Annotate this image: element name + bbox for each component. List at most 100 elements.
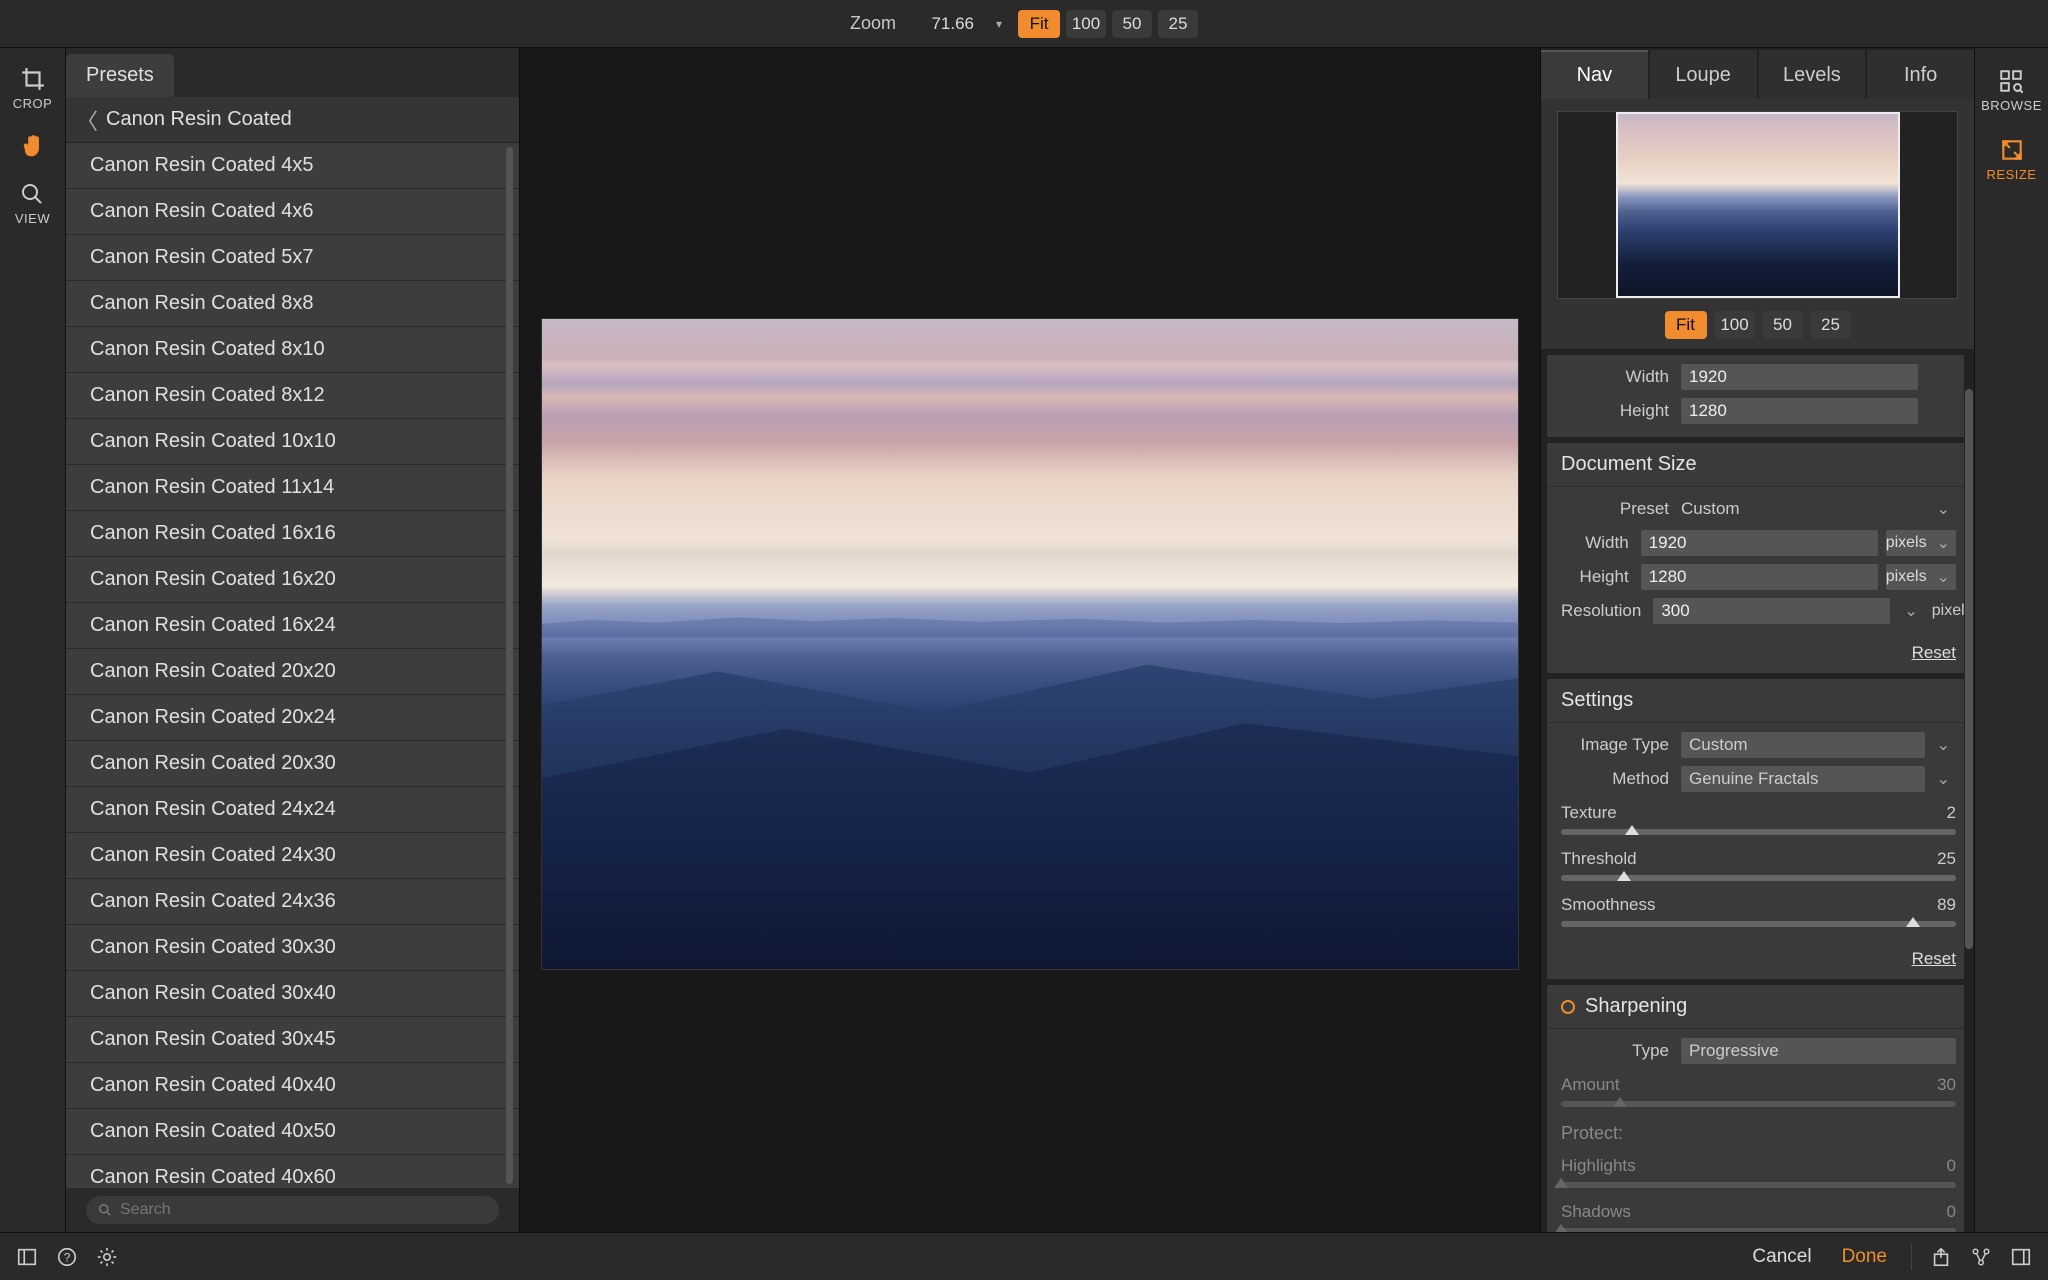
chevron-down-icon[interactable]: ⌄	[1898, 601, 1923, 621]
preset-item[interactable]: Canon Resin Coated 40x60	[66, 1155, 519, 1188]
pan-tool[interactable]	[20, 133, 46, 159]
preset-item[interactable]: Canon Resin Coated 40x40	[66, 1063, 519, 1109]
preset-item[interactable]: Canon Resin Coated 4x5	[66, 143, 519, 189]
preset-item[interactable]: Canon Resin Coated 8x10	[66, 327, 519, 373]
nav-preview-box[interactable]	[1557, 111, 1958, 299]
sharpening-header[interactable]: Sharpening	[1547, 985, 1970, 1029]
preset-search-box[interactable]	[86, 1196, 499, 1224]
done-button[interactable]: Done	[1836, 1242, 1893, 1272]
bottom-bar: ? Cancel Done	[0, 1232, 2048, 1280]
presets-category-header[interactable]: 〈 Canon Resin Coated	[66, 97, 519, 143]
preset-item[interactable]: Canon Resin Coated 20x20	[66, 649, 519, 695]
doc-width-input[interactable]	[1641, 530, 1878, 556]
resize-icon	[1999, 137, 2025, 163]
zoom-value[interactable]: 71.66	[910, 11, 980, 37]
preset-item[interactable]: Canon Resin Coated 20x30	[66, 741, 519, 787]
preset-search-row	[66, 1188, 519, 1232]
settings-reset[interactable]: Reset	[1547, 943, 1970, 979]
imgtype-dropdown[interactable]: Custom ⌄	[1681, 732, 1956, 758]
pixel-height-input[interactable]	[1681, 398, 1918, 424]
preset-item[interactable]: Canon Resin Coated 8x12	[66, 373, 519, 419]
help-icon[interactable]: ?	[56, 1246, 78, 1268]
doc-height-input[interactable]	[1641, 564, 1878, 590]
presets-tab[interactable]: Presets	[66, 54, 174, 97]
pixel-width-input[interactable]	[1681, 364, 1918, 390]
preset-item[interactable]: Canon Resin Coated 11x14	[66, 465, 519, 511]
preset-item[interactable]: Canon Resin Coated 5x7	[66, 235, 519, 281]
browse-tool[interactable]: BROWSE	[1981, 68, 2042, 113]
nav-zoom-fit[interactable]: Fit	[1665, 311, 1707, 339]
cancel-button[interactable]: Cancel	[1746, 1242, 1817, 1272]
gear-icon[interactable]	[96, 1246, 118, 1268]
zoom-100-button[interactable]: 100	[1066, 10, 1106, 38]
resize-tool[interactable]: RESIZE	[1987, 137, 2037, 182]
nav-zoom-25[interactable]: 25	[1811, 311, 1851, 339]
chevron-down-icon[interactable]: ▾	[990, 17, 1008, 31]
preset-item[interactable]: Canon Resin Coated 8x8	[66, 281, 519, 327]
pixel-height-label: Height	[1561, 401, 1673, 421]
branch-icon[interactable]	[1970, 1246, 1992, 1268]
tab-loupe[interactable]: Loupe	[1650, 50, 1757, 99]
preset-list[interactable]: Canon Resin Coated 4x5Canon Resin Coated…	[66, 143, 519, 1188]
chevron-left-icon: 〈	[76, 104, 98, 136]
doc-width-label: Width	[1561, 533, 1633, 553]
tab-info[interactable]: Info	[1867, 50, 1974, 99]
doc-reset[interactable]: Reset	[1547, 637, 1970, 673]
right-panel-toggle-icon[interactable]	[2010, 1246, 2032, 1268]
preset-item[interactable]: Canon Resin Coated 4x6	[66, 189, 519, 235]
zoom-fit-button[interactable]: Fit	[1018, 10, 1060, 38]
search-icon	[98, 1203, 112, 1217]
nav-zoom-50[interactable]: 50	[1763, 311, 1803, 339]
canvas-area[interactable]	[520, 48, 1540, 1232]
sharp-amount-slider[interactable]: Amount30	[1561, 1071, 1956, 1111]
zoom-label: Zoom	[850, 13, 896, 34]
zoom-25-button[interactable]: 25	[1158, 10, 1198, 38]
right-panel-scroll[interactable]: Width Height Document Size Preset	[1541, 349, 1974, 1232]
chevron-down-icon: ⌄	[1931, 499, 1956, 519]
doc-width-unit[interactable]: pixels⌄	[1886, 530, 1956, 556]
preset-item[interactable]: Canon Resin Coated 20x24	[66, 695, 519, 741]
preset-scrollbar[interactable]	[506, 147, 513, 1184]
settings-header[interactable]: Settings	[1547, 679, 1970, 723]
view-tool[interactable]: VIEW	[15, 181, 50, 226]
preset-item[interactable]: Canon Resin Coated 16x24	[66, 603, 519, 649]
preset-item[interactable]: Canon Resin Coated 24x24	[66, 787, 519, 833]
search-input[interactable]	[120, 1201, 487, 1219]
document-size-header[interactable]: Document Size	[1547, 443, 1970, 487]
doc-resolution-input[interactable]	[1653, 598, 1890, 624]
nav-zoom-100[interactable]: 100	[1715, 311, 1755, 339]
document-size-section: Document Size Preset Custom ⌄ Width pixe	[1547, 443, 1970, 673]
preset-item[interactable]: Canon Resin Coated 30x30	[66, 925, 519, 971]
share-icon[interactable]	[1930, 1246, 1952, 1268]
texture-slider[interactable]: Texture2	[1561, 799, 1956, 839]
right-panel-scrollbar[interactable]	[1964, 349, 1974, 1232]
shadows-slider[interactable]: Shadows0	[1561, 1198, 1956, 1232]
doc-height-label: Height	[1561, 567, 1633, 587]
preset-item[interactable]: Canon Resin Coated 24x36	[66, 879, 519, 925]
doc-preset-label: Preset	[1561, 499, 1673, 519]
presets-category-label: Canon Resin Coated	[106, 108, 292, 131]
preset-item[interactable]: Canon Resin Coated 10x10	[66, 419, 519, 465]
nav-preview-thumbnail	[1616, 112, 1900, 298]
nav-zoom-buttons: Fit 100 50 25	[1557, 311, 1958, 339]
preset-item[interactable]: Canon Resin Coated 30x40	[66, 971, 519, 1017]
magnifier-icon	[19, 181, 45, 207]
highlights-slider[interactable]: Highlights0	[1561, 1152, 1956, 1192]
preset-item[interactable]: Canon Resin Coated 30x45	[66, 1017, 519, 1063]
smoothness-slider[interactable]: Smoothness89	[1561, 891, 1956, 931]
circle-toggle-icon[interactable]	[1561, 1000, 1575, 1014]
preset-item[interactable]: Canon Resin Coated 40x50	[66, 1109, 519, 1155]
preset-item[interactable]: Canon Resin Coated 24x30	[66, 833, 519, 879]
tab-levels[interactable]: Levels	[1759, 50, 1866, 99]
panel-toggle-icon[interactable]	[16, 1246, 38, 1268]
method-dropdown[interactable]: Genuine Fractals ⌄	[1681, 766, 1956, 792]
doc-height-unit[interactable]: pixels⌄	[1886, 564, 1956, 590]
sharp-type-dropdown[interactable]: Progressive	[1681, 1038, 1956, 1064]
zoom-50-button[interactable]: 50	[1112, 10, 1152, 38]
crop-tool[interactable]: CROP	[13, 66, 53, 111]
preset-item[interactable]: Canon Resin Coated 16x16	[66, 511, 519, 557]
threshold-slider[interactable]: Threshold25	[1561, 845, 1956, 885]
preset-item[interactable]: Canon Resin Coated 16x20	[66, 557, 519, 603]
tab-nav[interactable]: Nav	[1541, 50, 1648, 99]
doc-preset-dropdown[interactable]: Custom ⌄	[1681, 499, 1956, 519]
